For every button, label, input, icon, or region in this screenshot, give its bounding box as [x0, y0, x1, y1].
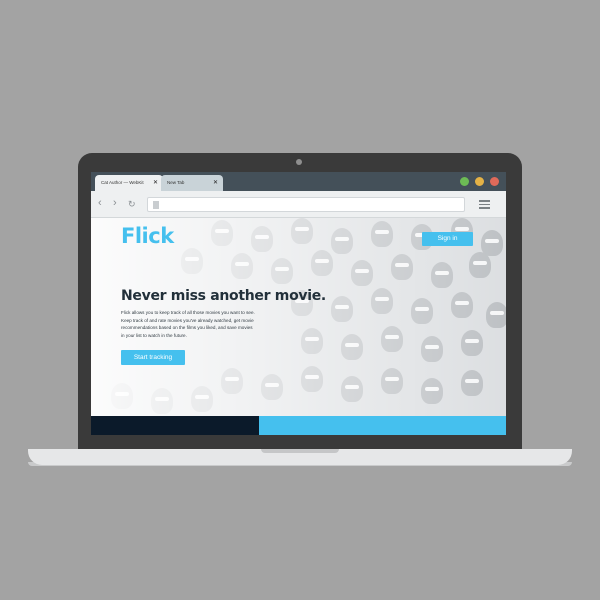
tab-cat-author[interactable]: Cat Author — WebKit ✕: [95, 175, 163, 191]
menu-icon[interactable]: [479, 200, 490, 211]
description-line: Flick allows you to keep track of all th…: [121, 310, 255, 315]
address-bar[interactable]: [147, 197, 465, 212]
web-page: Flick Sign in Never miss another movie. …: [91, 218, 506, 435]
minimize-window-icon[interactable]: [475, 177, 484, 186]
reload-icon[interactable]: ↻: [128, 198, 136, 210]
sign-in-button[interactable]: Sign in: [422, 232, 473, 246]
hero-description: Flick allows you to keep track of all th…: [121, 309, 281, 339]
footer-blue-section: [259, 416, 506, 435]
close-window-icon[interactable]: [490, 177, 499, 186]
tab-label: New Tab: [167, 180, 185, 185]
laptop-base: [28, 449, 572, 465]
close-tab-icon[interactable]: ✕: [153, 175, 158, 191]
description-line: recommendations based on the films you l…: [121, 325, 253, 330]
tab-label: Cat Author — WebKit: [101, 180, 144, 185]
browser-titlebar: Cat Author — WebKit ✕ New Tab ✕: [91, 172, 506, 191]
hero-headline: Never miss another movie.: [121, 288, 326, 304]
close-tab-icon[interactable]: ✕: [213, 175, 218, 191]
laptop-notch: [261, 449, 339, 453]
laptop-lid: Cat Author — WebKit ✕ New Tab ✕ ‹ › ↻ Fl…: [78, 153, 522, 450]
camera-icon: [296, 159, 302, 165]
description-line: in your list to watch in the future.: [121, 332, 187, 338]
description-line: Keep track of and rate movies you've alr…: [121, 317, 254, 323]
footer-dark-section: [91, 416, 259, 435]
maximize-window-icon[interactable]: [460, 177, 469, 186]
page-icon: [153, 201, 159, 209]
start-tracking-button[interactable]: Start tracking: [121, 350, 185, 365]
browser-toolbar: ‹ › ↻: [91, 191, 506, 218]
flick-logo[interactable]: Flick: [121, 224, 174, 248]
laptop-screen: Cat Author — WebKit ✕ New Tab ✕ ‹ › ↻ Fl…: [91, 172, 506, 435]
back-icon[interactable]: ‹: [98, 197, 102, 209]
forward-icon[interactable]: ›: [113, 197, 117, 209]
tab-new-tab[interactable]: New Tab ✕: [161, 175, 223, 191]
